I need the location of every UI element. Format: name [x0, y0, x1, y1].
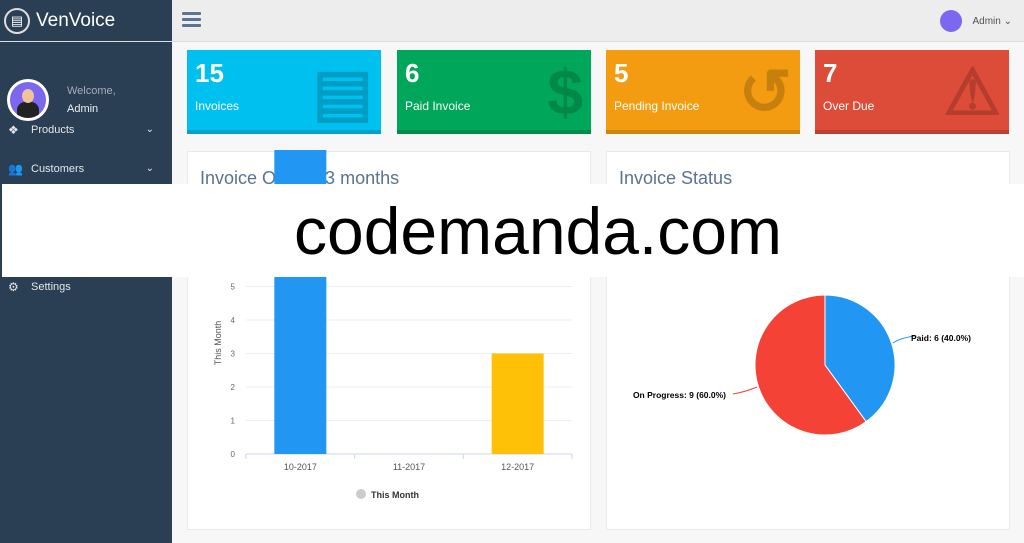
watermark-text: codemanda.com — [294, 193, 782, 268]
legend-marker — [356, 489, 366, 499]
y-tick-label: 0 — [231, 450, 236, 459]
legend-label[interactable]: This Month — [371, 490, 419, 500]
y-tick-label: 1 — [231, 417, 236, 426]
y-tick-label: 2 — [231, 383, 236, 392]
x-tick-label: 12-2017 — [501, 462, 534, 472]
y-axis-label: This Month — [213, 321, 223, 366]
bar — [491, 353, 544, 454]
x-tick-label: 10-2017 — [284, 462, 317, 472]
pie-label-paid: Paid: 6 (40.0%) — [911, 333, 971, 343]
x-tick-label: 11-2017 — [393, 462, 425, 472]
y-tick-label: 3 — [231, 350, 236, 359]
watermark-banner: codemanda.com — [2, 184, 1024, 277]
pie-label-progress: On Progress: 9 (60.0%) — [633, 390, 726, 400]
y-tick-label: 4 — [231, 316, 236, 325]
y-tick-label: 5 — [231, 283, 236, 292]
connector-line — [732, 386, 758, 395]
